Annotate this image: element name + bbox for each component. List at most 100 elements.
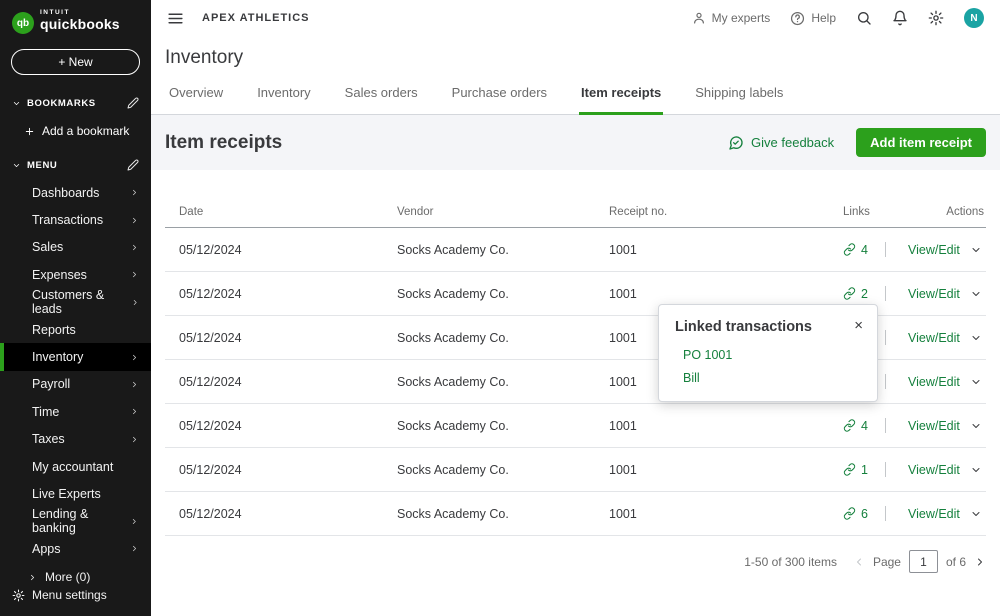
view-edit-link[interactable]: View/Edit [908,331,960,345]
popover-transaction-link[interactable]: Bill [683,371,861,385]
view-edit-link[interactable]: View/Edit [908,243,960,257]
hamburger-menu-icon[interactable] [167,10,184,27]
add-bookmark-item[interactable]: Add a bookmark [0,117,151,145]
tab-shipping-labels[interactable]: Shipping labels [693,83,785,115]
chevron-right-icon [130,353,139,362]
give-feedback-label: Give feedback [751,135,834,150]
help-circle-icon [790,11,805,26]
chevron-right-icon [130,544,139,553]
sidebar-item-label: Inventory [32,350,83,364]
tab-inventory[interactable]: Inventory [255,83,312,115]
chevron-down-icon [12,161,21,170]
chevron-down-icon[interactable] [970,464,982,476]
divider [885,418,886,433]
view-edit-link[interactable]: View/Edit [908,419,960,433]
add-item-receipt-button[interactable]: Add item receipt [856,128,986,157]
chevron-right-icon[interactable] [974,556,986,568]
sidebar-item-label: Live Experts [32,487,101,501]
sidebar-item-transactions[interactable]: Transactions [0,206,151,233]
plus-icon [24,126,35,137]
row-date: 05/12/2024 [165,419,383,433]
sidebar-item-label: Customers & leads [32,288,131,316]
sidebar-item-my-accountant[interactable]: My accountant [0,453,151,480]
chevron-right-icon [130,188,139,197]
view-edit-link[interactable]: View/Edit [908,507,960,521]
table-row: 05/12/2024 Socks Academy Co. 1001 4 View… [165,228,986,272]
sidebar-item-expenses[interactable]: Expenses [0,261,151,288]
row-actions: View/Edit [885,506,986,521]
page-label: Page [873,555,901,569]
column-header-vendor: Vendor [383,206,595,218]
chevron-down-icon[interactable] [970,288,982,300]
row-receipt-no: 1001 [595,507,829,521]
view-edit-link[interactable]: View/Edit [908,463,960,477]
chevron-down-icon[interactable] [970,376,982,388]
view-edit-link[interactable]: View/Edit [908,375,960,389]
row-actions: View/Edit [885,462,986,477]
sidebar-item-inventory[interactable]: Inventory [0,343,151,370]
menu-settings-label: Menu settings [32,588,107,602]
chevron-left-icon[interactable] [853,556,865,568]
row-links-count-link[interactable]: 1 [829,463,885,477]
add-bookmark-label: Add a bookmark [42,124,129,138]
row-receipt-no: 1001 [595,243,829,257]
chevron-right-icon [131,298,139,307]
sidebar-item-lending-banking[interactable]: Lending & banking [0,508,151,535]
row-links-count-link[interactable]: 4 [829,419,885,433]
my-experts-button[interactable]: My experts [692,11,771,25]
chevron-right-icon [28,573,37,582]
page-number-input[interactable] [909,550,938,573]
sidebar-item-apps[interactable]: Apps [0,535,151,562]
sidebar-item-time[interactable]: Time [0,398,151,425]
row-date: 05/12/2024 [165,287,383,301]
row-links-count-link[interactable]: 2 [829,287,885,301]
sidebar-item-payroll[interactable]: Payroll [0,371,151,398]
view-edit-link[interactable]: View/Edit [908,287,960,301]
bookmarks-section-header[interactable]: BOOKMARKS [0,89,151,117]
linked-transactions-popover: Linked transactions × PO 1001Bill [658,304,878,402]
sidebar-item-label: Expenses [32,268,87,282]
link-icon [843,463,856,476]
sidebar-item-sales[interactable]: Sales [0,234,151,261]
row-links-count-link[interactable]: 6 [829,507,885,521]
give-feedback-button[interactable]: Give feedback [728,135,834,151]
popover-transaction-link[interactable]: PO 1001 [683,348,861,362]
links-count: 2 [861,287,868,301]
chevron-right-icon [130,270,139,279]
close-icon[interactable]: × [854,318,863,333]
user-avatar[interactable]: N [964,8,984,28]
tab-item-receipts[interactable]: Item receipts [579,83,663,115]
edit-pencil-icon[interactable] [127,159,139,171]
tab-overview[interactable]: Overview [167,83,225,115]
sidebar-menu-list: Dashboards Transactions Sales Expenses C… [0,179,151,562]
new-button[interactable]: + New [11,49,140,75]
items-count-text: 1-50 of 300 items [744,555,837,569]
column-header-links: Links [829,206,885,218]
chevron-down-icon[interactable] [970,332,982,344]
row-receipt-no: 1001 [595,419,829,433]
row-links-count-link[interactable]: 4 [829,243,885,257]
sidebar-item-dashboards[interactable]: Dashboards [0,179,151,206]
sidebar-item-label: Transactions [32,213,103,227]
menu-section-header[interactable]: MENU [0,151,151,179]
sidebar-item-taxes[interactable]: Taxes [0,426,151,453]
edit-pencil-icon[interactable] [127,97,139,109]
page-title: Inventory [151,36,1000,83]
tab-purchase-orders[interactable]: Purchase orders [450,83,549,115]
chevron-down-icon[interactable] [970,508,982,520]
chevron-down-icon[interactable] [970,244,982,256]
search-icon[interactable] [856,10,872,26]
gear-icon[interactable] [928,10,944,26]
tab-bar: Overview Inventory Sales orders Purchase or… [151,83,1000,115]
quickbooks-logo[interactable]: qb INTUIT quickbooks [0,0,151,40]
row-actions: View/Edit [885,418,986,433]
help-button[interactable]: Help [790,11,836,26]
tab-sales-orders[interactable]: Sales orders [343,83,420,115]
sidebar-item-customers-leads[interactable]: Customers & leads [0,289,151,316]
bell-icon[interactable] [892,10,908,26]
sidebar-item-reports[interactable]: Reports [0,316,151,343]
menu-settings-button[interactable]: Menu settings [0,582,119,608]
sidebar-item-live-experts[interactable]: Live Experts [0,480,151,507]
chevron-down-icon[interactable] [970,420,982,432]
sidebar-item-label: Sales [32,240,63,254]
